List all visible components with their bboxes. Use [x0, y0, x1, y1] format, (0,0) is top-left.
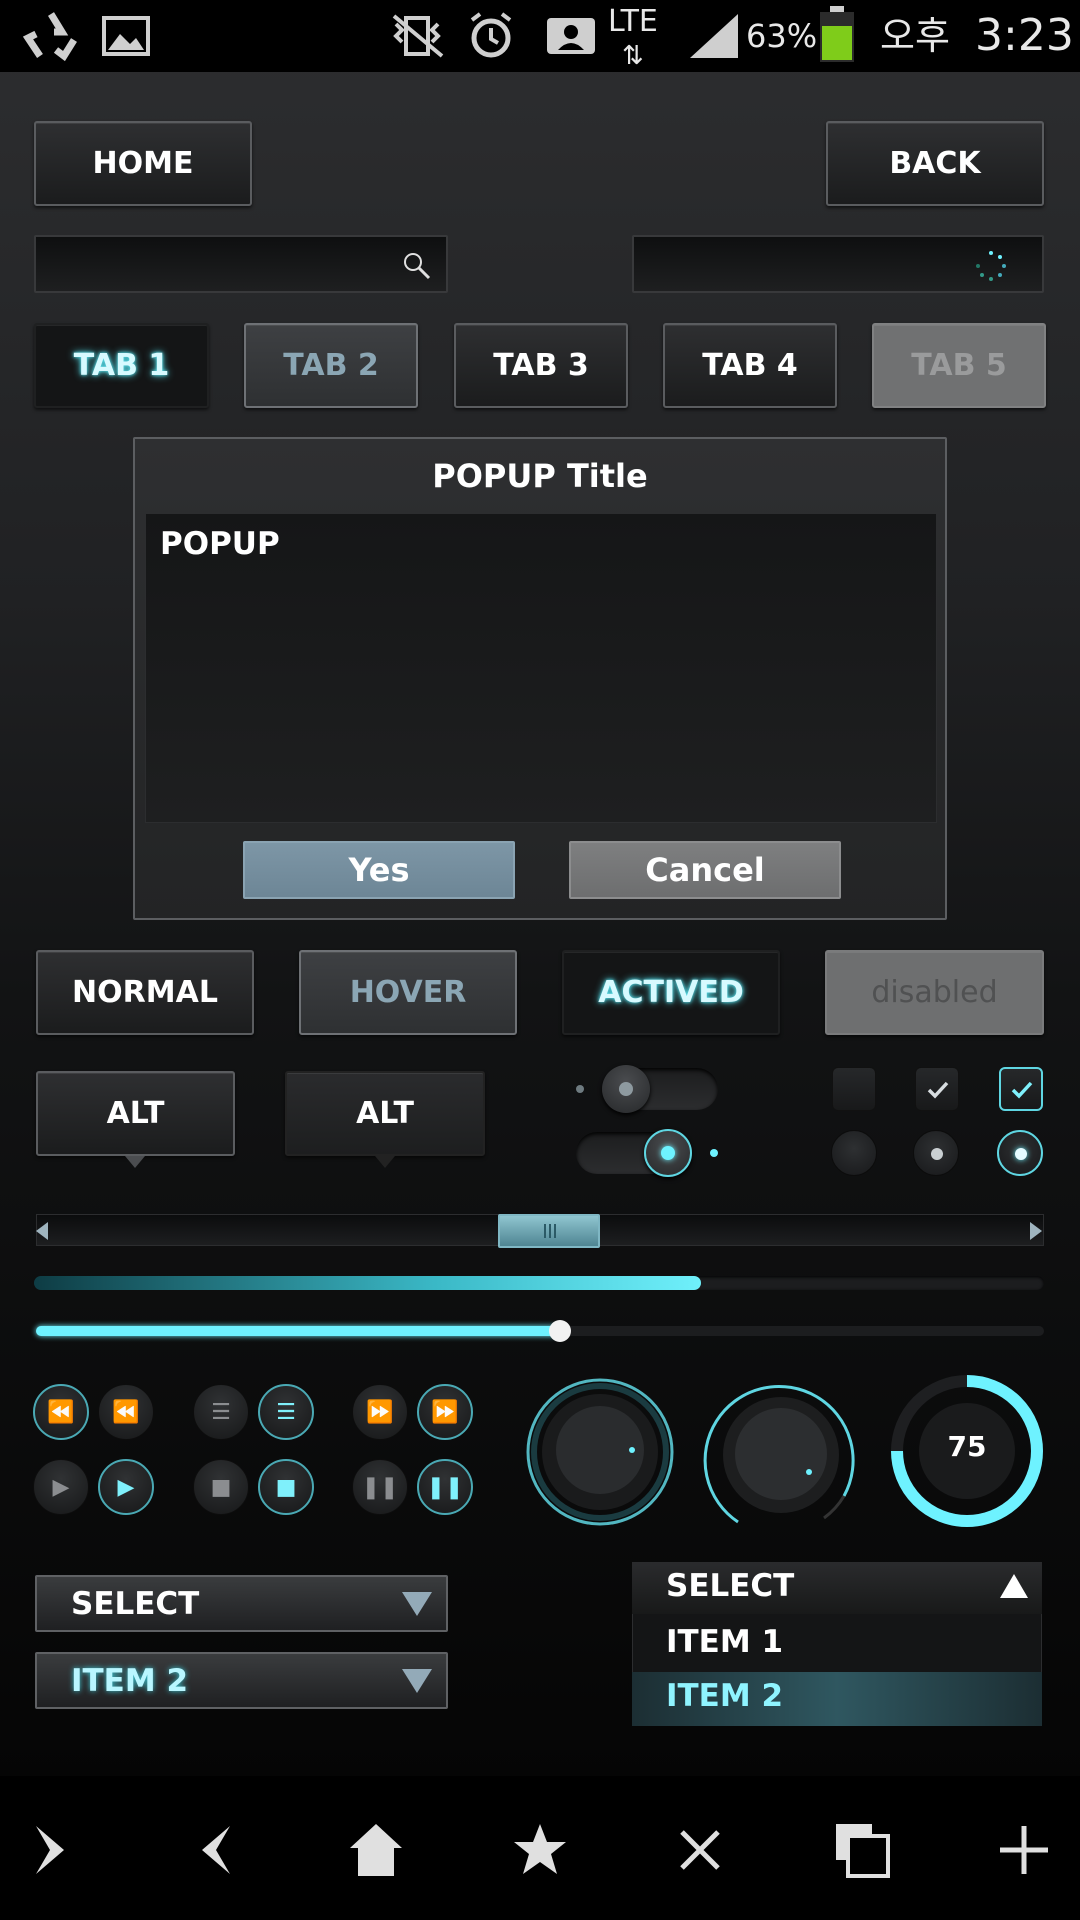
popup-title: POPUP Title	[432, 457, 648, 495]
radio-selected-active[interactable]	[997, 1130, 1043, 1176]
seek-thumb[interactable]	[549, 1320, 572, 1342]
status-bar: LTE ⇅ 63% 오후 3:23	[0, 0, 1080, 72]
scroll-right-arrow-icon[interactable]	[1028, 1220, 1044, 1242]
toggle-knob-off	[602, 1065, 650, 1113]
toggle-off-dot	[576, 1085, 584, 1093]
alt-arrow-1	[125, 1156, 145, 1168]
popup-text: POPUP	[160, 526, 280, 562]
rewind-icon: ⏪	[112, 1399, 140, 1425]
lte-data-icon: ⇅	[622, 41, 644, 71]
popup-body: POPUP	[145, 513, 937, 823]
toggle-on-dot	[710, 1149, 718, 1157]
tab-3[interactable]: TAB 3	[454, 323, 628, 408]
stop-icon: ■	[275, 1474, 297, 1500]
star-icon[interactable]	[510, 1820, 570, 1880]
normal-button[interactable]: NORMAL	[36, 950, 254, 1035]
open-dropdown-value: SELECT	[666, 1568, 795, 1604]
stop-button[interactable]: ■	[193, 1459, 249, 1515]
contact-card-icon	[547, 18, 595, 54]
play-button[interactable]: ▶	[33, 1459, 89, 1515]
mute-vibrate-icon	[392, 14, 444, 58]
gauge-value: 75	[947, 1430, 987, 1463]
radio-unselected[interactable]	[831, 1130, 877, 1176]
check-icon	[1011, 1081, 1033, 1099]
dropdown-item-2[interactable]: ITEM 2	[666, 1678, 783, 1714]
play-icon: ▶	[52, 1474, 70, 1500]
pause-icon: ❚❚	[361, 1474, 399, 1500]
signal-icon	[690, 14, 738, 58]
checkbox-checked[interactable]	[915, 1067, 959, 1111]
rewind-fast-icon: ⏪	[47, 1399, 75, 1425]
yes-button[interactable]: Yes	[243, 841, 515, 899]
check-icon	[927, 1081, 949, 1099]
select-value: ITEM 2	[71, 1662, 189, 1699]
scroll-left-arrow-icon[interactable]	[34, 1220, 50, 1242]
alt-arrow-2	[375, 1156, 395, 1168]
search-input[interactable]	[34, 235, 448, 293]
popup-dialog: POPUP Title POPUP Yes Cancel	[133, 437, 947, 920]
fast-forward-icon: ⏩	[431, 1399, 459, 1425]
tab-1[interactable]: TAB 1	[34, 323, 209, 408]
select-dropdown-item[interactable]: ITEM 2	[35, 1652, 448, 1709]
battery-percent: 63%	[746, 17, 818, 55]
checkbox-unchecked[interactable]	[832, 1067, 876, 1111]
chevron-down-icon	[402, 1592, 432, 1616]
pause-icon: ❚❚	[426, 1474, 464, 1500]
fast-forward-icon: ⏩	[366, 1399, 394, 1425]
tab-5: TAB 5	[872, 323, 1046, 408]
back-button[interactable]: BACK	[826, 121, 1044, 206]
rewind-fast-button[interactable]: ⏪	[33, 1384, 89, 1440]
menu-icon: ☰	[276, 1399, 296, 1425]
rotary-knob-1[interactable]	[522, 1374, 678, 1530]
dropdown-item-1[interactable]: ITEM 1	[666, 1624, 783, 1660]
select-value: SELECT	[71, 1585, 200, 1622]
plus-icon[interactable]	[994, 1820, 1054, 1880]
chevron-up-icon[interactable]	[998, 1572, 1030, 1600]
battery-icon	[820, 6, 854, 62]
pause-button[interactable]: ❚❚	[352, 1459, 408, 1515]
loading-spinner-icon	[976, 251, 1006, 281]
clock: 3:23	[975, 10, 1074, 61]
ampm-label: 오후	[880, 14, 950, 58]
search-icon	[404, 253, 431, 280]
tab-4[interactable]: TAB 4	[663, 323, 837, 408]
rewind-button[interactable]: ⏪	[98, 1384, 154, 1440]
cancel-button[interactable]: Cancel	[569, 841, 841, 899]
rotary-knob-2[interactable]	[698, 1372, 864, 1538]
recycle-icon	[22, 12, 77, 62]
window-icon[interactable]	[832, 1820, 892, 1880]
stop-icon: ■	[210, 1474, 232, 1500]
fast-forward-button-active[interactable]: ⏩	[417, 1384, 473, 1440]
alt-button-1[interactable]: ALT	[36, 1071, 235, 1156]
chevron-down-icon	[402, 1669, 432, 1693]
menu-button[interactable]: ☰	[193, 1384, 249, 1440]
menu-icon: ☰	[211, 1399, 231, 1425]
alt-button-2[interactable]: ALT	[285, 1071, 485, 1156]
fast-forward-button[interactable]: ⏩	[352, 1384, 408, 1440]
gallery-icon	[102, 16, 150, 56]
forward-icon[interactable]	[24, 1820, 84, 1880]
play-button-active[interactable]: ▶	[98, 1459, 154, 1515]
checkbox-checked-active[interactable]	[999, 1067, 1043, 1111]
actived-button[interactable]: ACTIVED	[562, 950, 780, 1035]
close-icon[interactable]	[670, 1820, 730, 1880]
home-button[interactable]: HOME	[34, 121, 252, 206]
tab-2[interactable]: TAB 2	[244, 323, 418, 408]
stop-button-active[interactable]: ■	[258, 1459, 314, 1515]
back-icon[interactable]	[182, 1820, 242, 1880]
play-icon: ▶	[117, 1474, 135, 1500]
menu-button-active[interactable]: ☰	[258, 1384, 314, 1440]
toggle-knob-on	[644, 1129, 692, 1177]
scrollbar-thumb[interactable]	[498, 1214, 600, 1248]
radio-selected[interactable]	[913, 1130, 959, 1176]
progress-fill	[34, 1276, 701, 1290]
pause-button-active[interactable]: ❚❚	[417, 1459, 473, 1515]
disabled-button: disabled	[825, 950, 1044, 1035]
loading-input[interactable]	[632, 235, 1044, 293]
seek-fill	[36, 1326, 561, 1336]
hover-button[interactable]: HOVER	[299, 950, 517, 1035]
alarm-icon	[470, 12, 512, 58]
home-icon[interactable]	[346, 1820, 406, 1880]
select-dropdown[interactable]: SELECT	[35, 1575, 448, 1632]
